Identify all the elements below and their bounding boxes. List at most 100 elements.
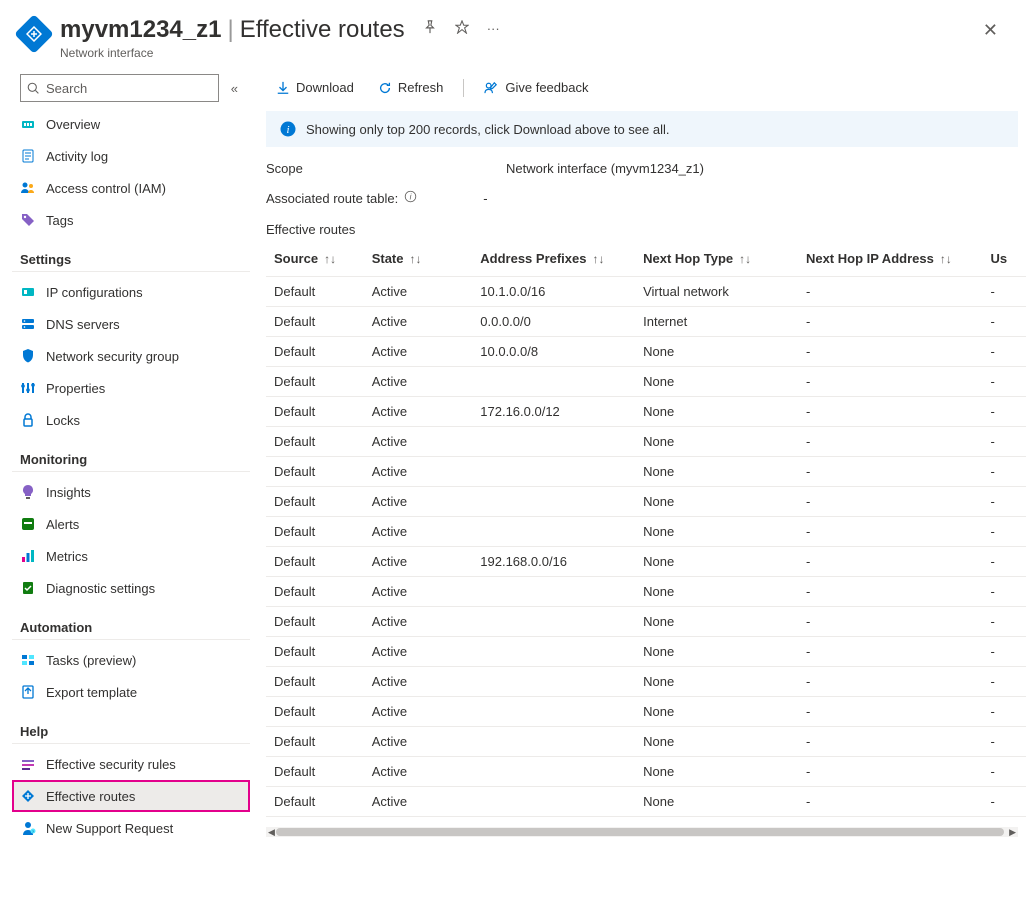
column-header-next-hop-type[interactable]: Next Hop Type↑↓ <box>635 243 798 277</box>
search-input[interactable]: Search <box>20 74 219 102</box>
sidebar-item-label: Alerts <box>46 517 79 532</box>
table-row[interactable]: Default Active None - - <box>266 427 1026 457</box>
sidebar-item-activity-log[interactable]: Activity log <box>12 140 250 172</box>
table-row[interactable]: Default Active None - - <box>266 487 1026 517</box>
table-row[interactable]: Default Active None - - <box>266 457 1026 487</box>
sidebar-item-label: Effective routes <box>46 789 135 804</box>
tasks-icon <box>20 652 36 668</box>
cell-hop-type: None <box>635 787 798 817</box>
pin-icon[interactable] <box>419 16 441 41</box>
cell-state: Active <box>364 457 473 487</box>
scope-label: Scope <box>266 161 506 176</box>
alert-icon <box>20 516 36 532</box>
cell-user: - <box>983 457 1026 487</box>
cell-source: Default <box>266 637 364 667</box>
horizontal-scrollbar[interactable]: ◀ ▶ <box>266 827 1018 837</box>
table-row[interactable]: Default Active None - - <box>266 787 1026 817</box>
sidebar-item-network-security-group[interactable]: Network security group <box>12 340 250 372</box>
cell-hop-type: None <box>635 577 798 607</box>
more-icon[interactable]: ··· <box>483 17 504 40</box>
sidebar-item-access-control-iam-[interactable]: Access control (IAM) <box>12 172 250 204</box>
favorite-icon[interactable] <box>451 16 473 41</box>
cell-state: Active <box>364 667 473 697</box>
sidebar-item-effective-security-rules[interactable]: Effective security rules <box>12 748 250 780</box>
table-row[interactable]: Default Active None - - <box>266 667 1026 697</box>
cell-state: Active <box>364 487 473 517</box>
cell-hop-ip: - <box>798 367 983 397</box>
close-icon[interactable]: ✕ <box>975 16 1006 45</box>
cell-hop-type: None <box>635 427 798 457</box>
shield-icon <box>20 348 36 364</box>
sidebar-item-alerts[interactable]: Alerts <box>12 508 250 540</box>
table-row[interactable]: Default Active None - - <box>266 757 1026 787</box>
scrollbar-thumb[interactable] <box>276 828 1004 836</box>
table-row[interactable]: Default Active None - - <box>266 517 1026 547</box>
download-button[interactable]: Download <box>266 76 364 99</box>
sidebar-item-new-support-request[interactable]: ? New Support Request <box>12 812 250 844</box>
column-header-address-prefixes[interactable]: Address Prefixes↑↓ <box>472 243 635 277</box>
cell-hop-type: Internet <box>635 307 798 337</box>
cell-source: Default <box>266 577 364 607</box>
column-header-us[interactable]: Us <box>983 243 1026 277</box>
table-row[interactable]: Default Active None - - <box>266 577 1026 607</box>
table-row[interactable]: Default Active None - - <box>266 637 1026 667</box>
iam-icon <box>20 180 36 196</box>
table-row[interactable]: Default Active None - - <box>266 697 1026 727</box>
table-row[interactable]: Default Active 10.0.0.0/8 None - - <box>266 337 1026 367</box>
cell-state: Active <box>364 637 473 667</box>
column-header-next-hop-ip-address[interactable]: Next Hop IP Address↑↓ <box>798 243 983 277</box>
sidebar-item-tags[interactable]: Tags <box>12 204 250 236</box>
info-bar-text: Showing only top 200 records, click Down… <box>306 122 670 137</box>
sort-icon[interactable]: ↑↓ <box>593 252 605 266</box>
table-row[interactable]: Default Active 10.1.0.0/16 Virtual netwo… <box>266 277 1026 307</box>
sidebar-item-label: IP configurations <box>46 285 143 300</box>
sidebar-item-overview[interactable]: Overview <box>12 108 250 140</box>
table-row[interactable]: Default Active 192.168.0.0/16 None - - <box>266 547 1026 577</box>
sort-icon[interactable]: ↑↓ <box>324 252 336 266</box>
cell-state: Active <box>364 397 473 427</box>
sidebar-item-diagnostic-settings[interactable]: Diagnostic settings <box>12 572 250 604</box>
title-separator: | <box>227 16 233 44</box>
table-row[interactable]: Default Active None - - <box>266 367 1026 397</box>
cell-hop-ip: - <box>798 337 983 367</box>
cell-hop-type: None <box>635 337 798 367</box>
scroll-left-arrow[interactable]: ◀ <box>268 827 275 837</box>
cell-state: Active <box>364 517 473 547</box>
cell-user: - <box>983 787 1026 817</box>
table-row[interactable]: Default Active 172.16.0.0/12 None - - <box>266 397 1026 427</box>
sidebar-item-properties[interactable]: Properties <box>12 372 250 404</box>
column-header-state[interactable]: State↑↓ <box>364 243 473 277</box>
sidebar-item-ip-configurations[interactable]: IP configurations <box>12 276 250 308</box>
cell-user: - <box>983 337 1026 367</box>
sidebar-item-tasks-preview-[interactable]: Tasks (preview) <box>12 644 250 676</box>
cell-source: Default <box>266 787 364 817</box>
cell-prefix: 10.0.0.0/8 <box>472 337 635 367</box>
feedback-button[interactable]: Give feedback <box>474 76 598 99</box>
sort-icon[interactable]: ↑↓ <box>940 252 952 266</box>
sidebar-item-export-template[interactable]: Export template <box>12 676 250 708</box>
help-icon[interactable]: i <box>404 190 417 206</box>
sort-icon[interactable]: ↑↓ <box>739 252 751 266</box>
table-row[interactable]: Default Active None - - <box>266 607 1026 637</box>
cell-state: Active <box>364 547 473 577</box>
sidebar-item-metrics[interactable]: Metrics <box>12 540 250 572</box>
sidebar-item-locks[interactable]: Locks <box>12 404 250 436</box>
column-header-source[interactable]: Source↑↓ <box>266 243 364 277</box>
sidebar-item-insights[interactable]: Insights <box>12 476 250 508</box>
tag-icon <box>20 212 36 228</box>
sidebar-item-dns-servers[interactable]: DNS servers <box>12 308 250 340</box>
cell-prefix <box>472 727 635 757</box>
toolbar-separator <box>463 79 464 97</box>
cell-prefix <box>472 487 635 517</box>
scroll-right-arrow[interactable]: ▶ <box>1009 827 1016 837</box>
collapse-sidebar-icon[interactable]: « <box>227 77 242 100</box>
table-row[interactable]: Default Active None - - <box>266 727 1026 757</box>
sidebar-section-monitoring: Monitoring <box>12 442 250 472</box>
cell-user: - <box>983 667 1026 697</box>
sidebar-item-effective-routes[interactable]: Effective routes <box>12 780 250 812</box>
table-row[interactable]: Default Active 0.0.0.0/0 Internet - - <box>266 307 1026 337</box>
refresh-button[interactable]: Refresh <box>368 76 454 99</box>
sort-icon[interactable]: ↑↓ <box>410 252 422 266</box>
svg-text:i: i <box>410 192 412 201</box>
sidebar-item-label: Tasks (preview) <box>46 653 136 668</box>
